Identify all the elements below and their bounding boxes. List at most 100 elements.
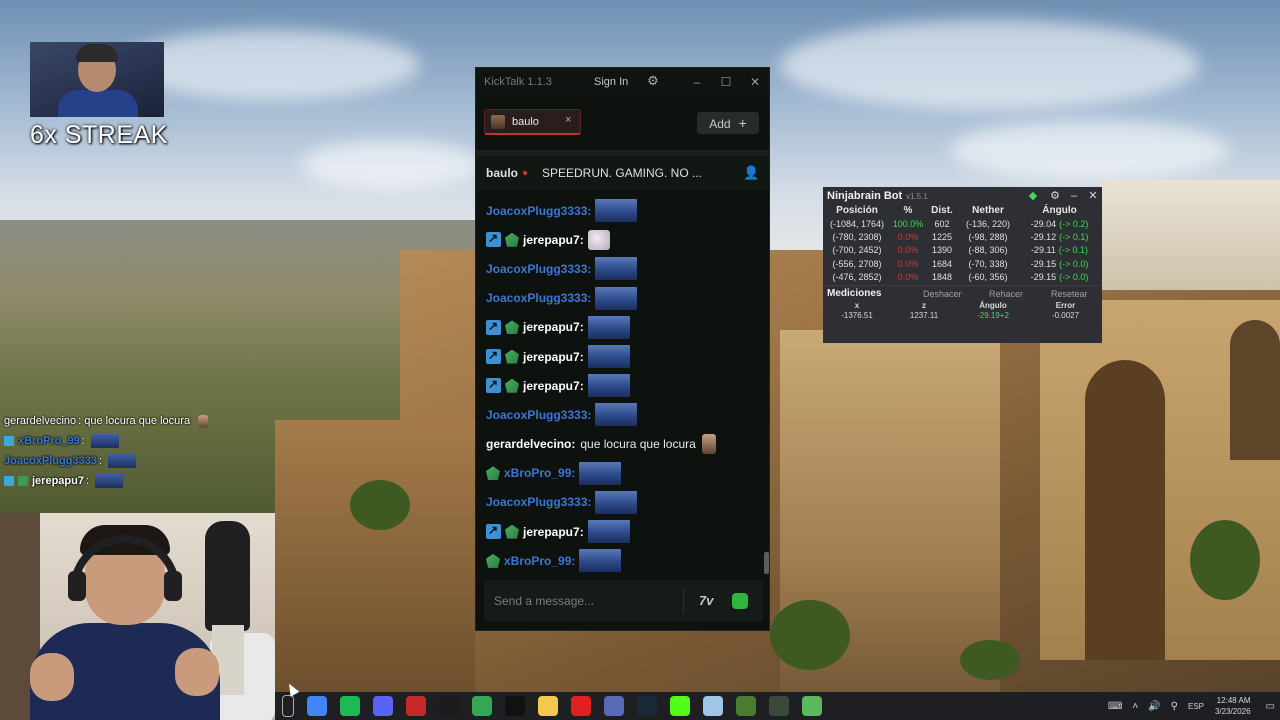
game-icon[interactable] <box>603 696 624 716</box>
refresh-icon[interactable]: ◆ <box>1026 189 1040 203</box>
ninjabrain-icon[interactable] <box>768 696 789 716</box>
chat-username[interactable]: jerepapu7 <box>523 379 580 393</box>
chat-username[interactable]: jerepapu7 <box>523 525 580 539</box>
emote-image[interactable] <box>587 229 610 250</box>
emote-image[interactable] <box>587 520 630 544</box>
moderator-badge-icon[interactable] <box>486 231 501 248</box>
reset-button[interactable]: Resetear <box>1051 289 1088 299</box>
clock[interactable]: 12:48 AM 3/23/2026 <box>1215 695 1251 717</box>
keyboard-icon[interactable]: ⌨ <box>1108 701 1122 712</box>
table-row[interactable]: -1376.51 1237.11 -29.19+2 -0.0027 <box>823 310 1102 321</box>
subscriber-badge-icon[interactable] <box>505 349 519 364</box>
chat-message[interactable]: JoacoxPlugg3333: <box>476 488 762 517</box>
emote-image[interactable] <box>587 345 630 369</box>
chat-username[interactable]: jerepapu7 <box>523 233 580 247</box>
table-row[interactable]: (-1084, 1764) 100.0% 602 (-136, 220) -29.04(… <box>823 217 1102 230</box>
gear-icon[interactable]: ⚙ <box>646 74 660 88</box>
chat-username[interactable]: JoacoxPlugg3333 <box>486 408 587 422</box>
chat-username[interactable]: JoacoxPlugg3333 <box>486 262 587 276</box>
moderator-badge-icon[interactable] <box>486 319 501 335</box>
obs-icon[interactable] <box>438 696 459 716</box>
emote-image[interactable] <box>587 315 630 339</box>
discord-icon[interactable] <box>372 696 393 716</box>
chat-messages[interactable]: JoacoxPlugg3333:jerepapu7:JoacoxPlugg333… <box>476 196 762 578</box>
maximize-icon[interactable]: ☐ <box>717 73 735 91</box>
tab-baulo[interactable]: baulo × <box>484 109 581 135</box>
7tv-emotes-icon[interactable]: 7v <box>699 593 713 608</box>
close-icon[interactable]: ✕ <box>746 73 764 91</box>
moderator-badge-icon[interactable] <box>486 523 501 540</box>
chat-message[interactable]: jerepapu7: <box>476 313 762 342</box>
chrome-icon[interactable] <box>306 696 327 716</box>
chat-username[interactable]: gerardelvecino <box>486 437 571 451</box>
minecraft-grass-icon[interactable] <box>801 696 822 716</box>
gear-icon[interactable]: ⚙ <box>1048 189 1062 203</box>
minimize-icon[interactable]: – <box>688 73 706 91</box>
subscriber-badge-icon[interactable] <box>505 232 519 247</box>
emote-image[interactable] <box>579 461 622 485</box>
moderator-badge-icon[interactable] <box>486 377 501 394</box>
table-row[interactable]: (-780, 2308) 0.0% 1225 (-98, 288) -29.12 (-> … <box>823 230 1102 243</box>
capcut-icon[interactable] <box>504 696 525 716</box>
sign-in-button[interactable]: Sign In <box>594 76 628 88</box>
emote-image[interactable] <box>595 403 638 427</box>
emote-image[interactable] <box>595 490 638 514</box>
moderator-badge-icon[interactable] <box>486 348 501 365</box>
chat-message[interactable]: jerepapu7: <box>476 371 762 400</box>
notes-icon[interactable] <box>702 696 723 716</box>
chat-message[interactable]: xBroPro_99: <box>476 546 762 575</box>
opera-icon[interactable] <box>570 696 591 716</box>
add-channel-button[interactable]: Add + <box>697 112 759 134</box>
minimize-icon[interactable]: – <box>1067 189 1081 203</box>
chrome-icon[interactable] <box>471 696 492 716</box>
subscriber-badge-icon[interactable] <box>486 466 500 481</box>
explorer-icon[interactable] <box>537 696 558 716</box>
titlebar[interactable]: KickTalk 1.1.3 Sign In ⚙ – ☐ ✕ <box>476 68 769 96</box>
network-icon[interactable]: ⚲ <box>1171 701 1178 712</box>
steam-icon[interactable] <box>636 696 657 716</box>
news-icon[interactable] <box>405 696 426 716</box>
chat-message[interactable]: jerepapu7: <box>476 517 762 546</box>
subscriber-badge-icon[interactable] <box>486 553 500 568</box>
start-icon[interactable] <box>281 695 294 717</box>
chat-username[interactable]: JoacoxPlugg3333 <box>486 204 587 218</box>
chat-username[interactable]: jerepapu7 <box>523 350 580 364</box>
chat-message[interactable]: xBroPro_99: <box>476 459 762 488</box>
redo-button[interactable]: Rehacer <box>989 289 1023 299</box>
chat-message[interactable]: jerepapu7: <box>476 342 762 371</box>
emote-image[interactable] <box>587 374 630 398</box>
minecraft-icon[interactable] <box>735 696 756 716</box>
table-row[interactable]: (-700, 2452) 0.0% 1390 (-88, 306) -29.11 (-> … <box>823 244 1102 257</box>
chat-message[interactable]: JoacoxPlugg3333: <box>476 254 762 283</box>
emote-image[interactable] <box>595 286 638 310</box>
close-icon[interactable]: ✕ <box>1086 189 1100 203</box>
chat-username[interactable]: JoacoxPlugg3333 <box>486 495 587 509</box>
kick-emotes-icon[interactable] <box>732 593 748 609</box>
chat-username[interactable]: xBroPro_99 <box>504 554 571 568</box>
channel-name[interactable]: baulo <box>486 166 518 180</box>
message-input[interactable] <box>484 580 684 622</box>
emote-image[interactable] <box>595 257 638 281</box>
chat-scrollbar[interactable] <box>764 552 769 574</box>
subscriber-badge-icon[interactable] <box>505 320 519 335</box>
tab-close-icon[interactable]: × <box>565 114 571 126</box>
emote-image[interactable] <box>701 434 716 455</box>
chat-username[interactable]: xBroPro_99 <box>504 466 571 480</box>
emote-image[interactable] <box>595 199 638 223</box>
chevron-up-icon[interactable]: ˄ <box>1132 701 1138 712</box>
subscriber-badge-icon[interactable] <box>505 524 519 539</box>
chat-message[interactable]: jerepapu7: <box>476 225 762 254</box>
table-row[interactable]: (-556, 2708) 0.0% 1684 (-70, 338) -29.15 (-> … <box>823 257 1102 270</box>
chat-username[interactable]: JoacoxPlugg3333 <box>486 291 587 305</box>
spotify-icon[interactable] <box>339 696 360 716</box>
chat-message[interactable]: JoacoxPlugg3333: <box>476 196 762 225</box>
chat-message[interactable]: JoacoxPlugg3333: <box>476 400 762 429</box>
chat-username[interactable]: jerepapu7 <box>523 320 580 334</box>
volume-icon[interactable]: 🔊 <box>1148 701 1160 712</box>
chat-message[interactable]: gerardelvecino: que locura que locura <box>476 430 762 459</box>
language-indicator[interactable]: ESP <box>1188 702 1204 711</box>
kick-icon[interactable] <box>669 696 690 716</box>
undo-button[interactable]: Deshacer <box>923 289 962 299</box>
chat-message[interactable]: JoacoxPlugg3333: <box>476 284 762 313</box>
table-row[interactable]: (-476, 2852) 0.0% 1848 (-60, 356) -29.15 (-> … <box>823 271 1102 284</box>
